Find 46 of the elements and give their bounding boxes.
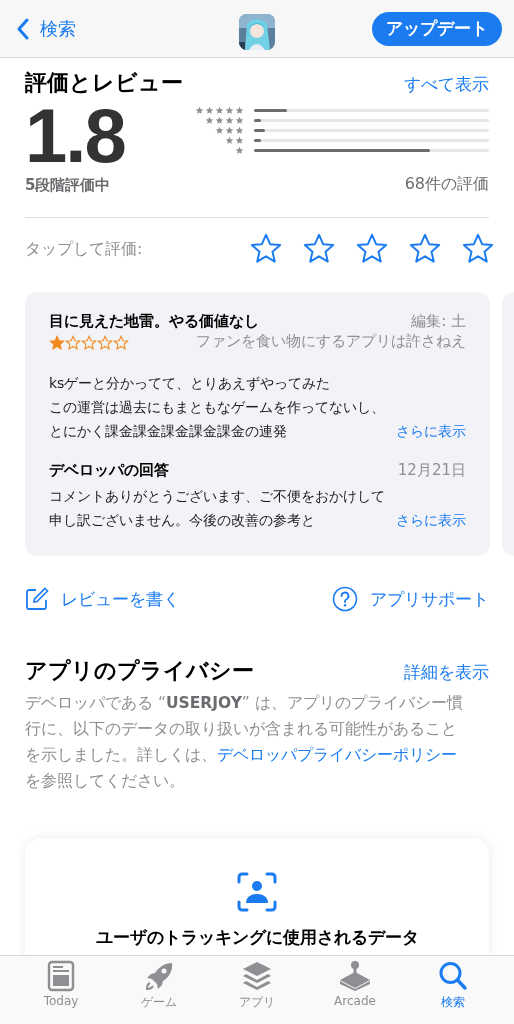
star-tier-icons (205, 116, 244, 125)
review-title: 目に見えた地雷。やる価値なし (49, 312, 259, 331)
response-date: 12月21日 (397, 461, 466, 480)
rate-stars[interactable] (249, 232, 495, 266)
newspaper-icon (46, 960, 76, 992)
review-text-line: この運営は過去にもまともなゲームを作ってないし、 (49, 398, 385, 417)
back-link[interactable]: 検索 (16, 16, 76, 41)
section-title: アプリのプライバシー (25, 657, 254, 685)
rating-count: 68件の評価 (403, 174, 489, 195)
average-rating: 1.8 (25, 98, 125, 174)
review-text-line: ksゲーと分かってて、とりあえずやってみた (49, 374, 332, 393)
review-date: 編集: 土 (411, 312, 466, 331)
write-review-link[interactable]: レビューを書く (25, 586, 180, 612)
more-link[interactable]: さらに表示 (396, 419, 466, 443)
details-link[interactable]: 詳細を表示 (404, 661, 489, 684)
see-all-link[interactable]: すべて表示 (404, 73, 489, 96)
tracking-card[interactable]: ユーザのトラッキングに使用されるデータ (25, 838, 489, 955)
tab[interactable]: アプリ (222, 960, 292, 1024)
tap-to-rate-label: タップして評価: (25, 238, 143, 260)
tab[interactable]: Today (26, 960, 96, 1024)
update-button[interactable]: アップデート (372, 11, 502, 46)
rocket-icon (143, 960, 175, 992)
compose-icon (25, 587, 49, 611)
more-link[interactable]: さらに表示 (396, 508, 466, 532)
section-title: 評価とレビュー (25, 69, 183, 97)
response-text-line: コメントありがとうございます、ご不便をおかけして (49, 487, 385, 506)
back-chevron-icon (16, 17, 30, 40)
layers-icon (241, 960, 273, 992)
help-icon (332, 586, 358, 612)
review-card[interactable]: 目に見えた地雷。やる価値なし 編集: 土 ファンを食い物にするアプリは許さねえ ksゲーと分かってて、とりあえずやってみた この運営は過去にもまともなゲームを作ってないし、 とにかく課金課金課金課金課金の連発 さらに表示 デベロッパの回答 12月21日 コメントありがとうございます、ご不便をおかけして 申し訳ございません。今後の改善の参考と さらに表示 (25, 292, 490, 556)
joystick-icon (338, 960, 372, 992)
privacy-policy-link[interactable]: デベロッパプライバシーポリシー (217, 746, 457, 764)
app-support-link[interactable]: アプリサポート (332, 586, 489, 612)
privacy-description: デベロッパである “USERJOY” は、アプリのプライバシー慣 行に、以下のデータの取り扱いが含まれる可能性があること を示しました。詳しくは、デベロッパプライバシーポリシー を参照してください。 (25, 693, 464, 792)
tab[interactable]: ゲーム (124, 960, 194, 1024)
response-text-line: 申し訳ございません。今後の改善の参考と (49, 511, 316, 530)
review-author: ファンを食い物にするアプリは許さねえ (196, 331, 466, 351)
rating-scale-label: 5段階評価中 (25, 176, 112, 195)
response-title: デベロッパの回答 (49, 461, 169, 480)
search-icon (438, 960, 468, 992)
star-tier-icons (195, 106, 244, 115)
person-scan-icon (237, 872, 277, 912)
review-text-line: とにかく課金課金課金課金課金の連発 (49, 422, 288, 441)
tab[interactable]: Arcade (320, 960, 390, 1024)
tracking-title: ユーザのトラッキングに使用されるデータ (95, 926, 419, 949)
tab[interactable]: 検索 (418, 960, 488, 1024)
